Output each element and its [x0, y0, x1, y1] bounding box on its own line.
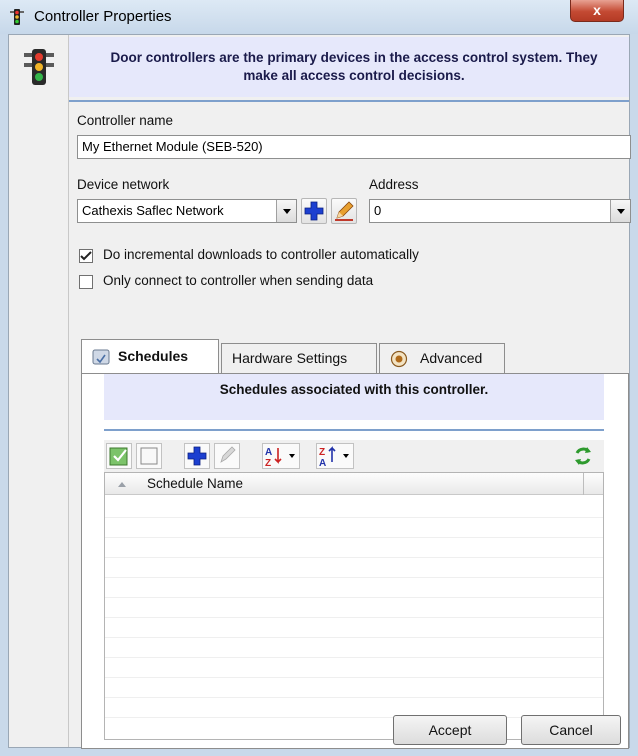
device-network-select[interactable]: Cathexis Saflec Network — [77, 199, 297, 223]
cancel-button[interactable]: Cancel — [521, 715, 621, 745]
checkmark-icon — [80, 251, 92, 261]
chevron-down-icon[interactable] — [610, 200, 630, 222]
refresh-button[interactable] — [570, 443, 596, 469]
traffic-light-icon — [10, 9, 24, 25]
traffic-light-icon — [24, 49, 54, 85]
edit-network-button[interactable] — [331, 198, 357, 224]
svg-text:A: A — [319, 458, 326, 468]
sort-descending-icon: Z A — [319, 446, 349, 469]
controller-name-label: Controller name — [77, 113, 174, 128]
grid-row-line — [105, 577, 603, 578]
cancel-button-label: Cancel — [549, 722, 593, 738]
accept-button[interactable]: Accept — [393, 715, 507, 745]
schedules-info-header: Schedules associated with this controlle… — [104, 374, 604, 420]
deselect-all-button[interactable] — [136, 443, 162, 469]
grid-row-line — [105, 597, 603, 598]
tab-hardware-settings-label: Hardware Settings — [232, 350, 348, 366]
plus-icon — [304, 201, 324, 221]
add-network-button[interactable] — [301, 198, 327, 224]
sort-descending-button[interactable]: Z A — [316, 443, 354, 469]
schedules-panel: Schedules associated with this controlle… — [81, 373, 629, 749]
address-value: 0 — [374, 203, 382, 218]
address-select[interactable]: 0 — [369, 199, 631, 223]
sort-ascending-button[interactable]: A Z — [262, 443, 300, 469]
address-label: Address — [369, 177, 419, 192]
tab-advanced-label: Advanced — [420, 350, 483, 366]
column-header-schedule-name[interactable]: Schedule Name — [147, 476, 243, 491]
device-network-label: Device network — [77, 177, 170, 192]
side-banner — [9, 35, 69, 747]
pencil-icon — [220, 446, 236, 463]
tab-hardware-settings[interactable]: Hardware Settings — [221, 343, 377, 373]
tab-schedules[interactable]: Schedules — [81, 339, 219, 373]
schedules-grid[interactable]: Schedule Name — [104, 472, 604, 740]
check-all-icon — [109, 447, 128, 466]
accept-button-label: Accept — [428, 722, 472, 738]
grid-row-line — [105, 537, 603, 538]
refresh-icon — [575, 447, 591, 465]
svg-text:Z: Z — [319, 447, 325, 458]
controller-name-input[interactable]: My Ethernet Module (SEB-520) — [77, 135, 631, 159]
only-connect-label[interactable]: Only connect to controller when sending … — [103, 273, 373, 288]
tab-schedules-label: Schedules — [118, 348, 189, 364]
advanced-icon — [390, 350, 408, 368]
info-header-text: Door controllers are the primary devices… — [110, 50, 598, 83]
grid-row-line — [105, 617, 603, 618]
grid-row-line — [105, 677, 603, 678]
window-title: Controller Properties — [34, 8, 172, 25]
only-connect-checkbox[interactable] — [79, 275, 93, 289]
incremental-downloads-label[interactable]: Do incremental downloads to controller a… — [103, 247, 419, 262]
info-header: Door controllers are the primary devices… — [69, 37, 629, 97]
dialog-body: Door controllers are the primary devices… — [8, 34, 631, 749]
header-divider — [69, 100, 629, 102]
grid-row-line — [105, 637, 603, 638]
device-network-value: Cathexis Saflec Network — [82, 203, 224, 218]
plus-icon — [187, 446, 207, 466]
schedule-icon — [92, 349, 110, 365]
add-schedule-button[interactable] — [184, 443, 210, 469]
controller-properties-window: Controller Properties x Door controllers… — [0, 0, 638, 756]
pencil-icon — [335, 201, 354, 221]
uncheck-all-icon — [140, 447, 158, 465]
title-bar[interactable]: Controller Properties x — [0, 0, 638, 34]
select-all-button[interactable] — [106, 443, 132, 469]
svg-text:Z: Z — [265, 458, 271, 468]
chevron-down-icon[interactable] — [276, 200, 296, 222]
column-divider — [583, 473, 584, 495]
schedules-divider — [104, 429, 604, 431]
grid-row-line — [105, 657, 603, 658]
tab-advanced[interactable]: Advanced — [379, 343, 505, 373]
schedules-info-text: Schedules associated with this controlle… — [219, 382, 489, 397]
grid-row-line — [105, 697, 603, 698]
grid-header: Schedule Name — [105, 473, 603, 495]
sort-ascending-icon: A Z — [265, 447, 295, 469]
grid-row-line — [105, 517, 603, 518]
incremental-downloads-checkbox[interactable] — [79, 249, 93, 263]
grid-row-line — [105, 557, 603, 558]
schedules-toolbar: A Z Z A — [104, 440, 604, 472]
edit-schedule-button[interactable] — [214, 443, 240, 469]
sort-up-icon — [118, 482, 126, 487]
svg-text:A: A — [265, 447, 272, 458]
close-button[interactable]: x — [570, 0, 624, 22]
